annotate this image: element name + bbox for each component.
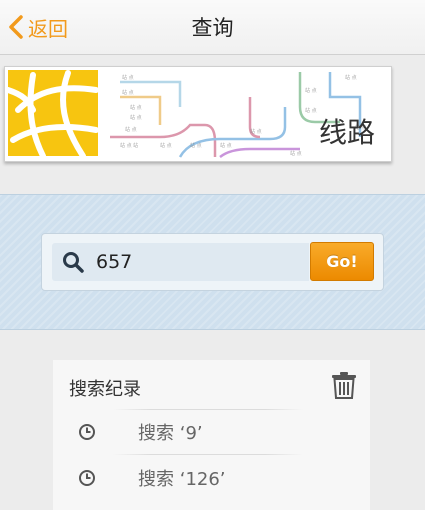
svg-text:站 点: 站 点 [130,104,142,111]
history-item-label: 搜索 ‘126’ [138,469,226,490]
search-history-card: 搜索纪录 搜索 ‘9’ 搜索 ‘126’ [53,360,370,510]
svg-text:站 点: 站 点 [250,128,262,135]
svg-text:站 点: 站 点 [125,126,137,133]
clock-icon [78,469,96,491]
search-box: Go! [41,233,384,291]
svg-text:站 点: 站 点 [190,142,202,149]
clock-icon [78,423,96,445]
map-grid-icon [5,70,99,159]
svg-text:站 点: 站 点 [290,150,302,157]
history-item-label: 搜索 ‘9’ [138,423,203,444]
history-title: 搜索纪录 [69,379,141,400]
search-section: Go! [0,194,425,330]
search-field[interactable] [52,243,309,281]
history-item[interactable]: 搜索 ‘126’ [53,456,370,500]
divider [113,454,303,455]
search-icon [62,251,84,273]
nav-bar: 返回 查询 [0,0,425,55]
trash-icon[interactable] [331,371,357,399]
go-button[interactable]: Go! [310,242,374,281]
svg-text:站 点: 站 点 [130,114,142,121]
svg-text:站 点: 站 点 [160,142,172,149]
page-title: 查询 [191,16,234,40]
svg-text:站 点: 站 点 [122,89,134,96]
svg-text:站 点 站: 站 点 站 [120,142,138,149]
svg-text:站 点: 站 点 [305,87,317,94]
svg-text:站 点: 站 点 [122,74,134,81]
svg-text:站 点: 站 点 [305,107,317,114]
banner-label: 线路 [318,116,375,149]
routes-banner[interactable]: 站 点 站 点 站 点 站 点 站 点 站 点 站 站 点 站 点 站 点 站 … [4,66,392,162]
svg-text:站 点: 站 点 [220,142,232,149]
history-item[interactable]: 搜索 ‘9’ [53,410,370,454]
search-input[interactable] [96,251,286,273]
svg-text:站 点: 站 点 [345,74,357,81]
